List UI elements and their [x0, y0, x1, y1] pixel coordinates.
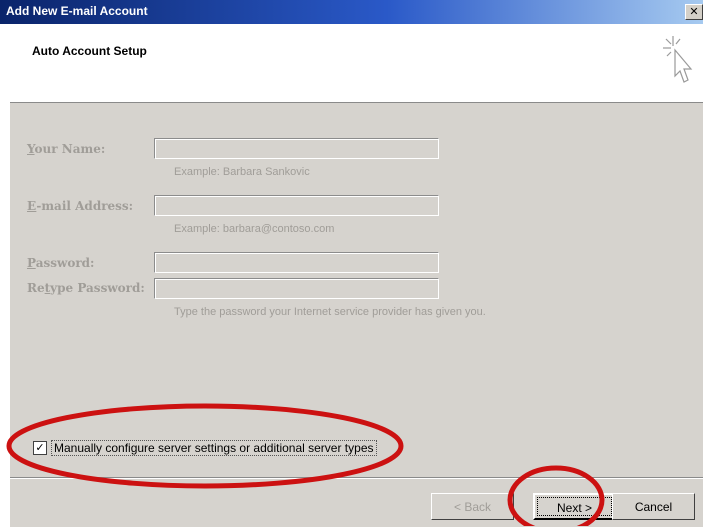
- close-icon: ✕: [689, 5, 699, 18]
- manual-config-label[interactable]: Manually configure server settings or ad…: [51, 440, 377, 456]
- back-button[interactable]: < Back: [431, 493, 514, 520]
- password-input[interactable]: [154, 252, 439, 273]
- window-title: Add New E-mail Account: [6, 4, 148, 18]
- your-name-input[interactable]: [154, 138, 439, 159]
- button-separator: [10, 477, 703, 479]
- retype-password-input[interactable]: [154, 278, 439, 299]
- next-button[interactable]: Next >: [533, 493, 616, 520]
- password-label: Password:: [27, 256, 95, 270]
- email-label: E-mail Address:: [27, 199, 134, 213]
- password-hint: Type the password your Internet service …: [174, 306, 486, 318]
- retype-password-label: Retype Password:: [27, 281, 145, 295]
- wizard-header: Auto Account Setup: [10, 24, 703, 102]
- email-hint: Example: barbara@contoso.com: [174, 223, 335, 235]
- page-title: Auto Account Setup: [32, 44, 147, 58]
- close-button[interactable]: ✕: [685, 4, 703, 20]
- dialog-body: Your Name: Example: Barbara Sankovic E-m…: [10, 102, 703, 527]
- manual-config-checkbox[interactable]: ✓: [33, 441, 47, 455]
- left-edge: [0, 24, 10, 526]
- email-input[interactable]: [154, 195, 439, 216]
- check-icon: ✓: [35, 441, 45, 454]
- your-name-hint: Example: Barbara Sankovic: [174, 166, 310, 178]
- your-name-label: Your Name:: [27, 142, 106, 156]
- cursor-sparkle-icon: [663, 36, 693, 83]
- cancel-button[interactable]: Cancel: [612, 493, 695, 520]
- title-bar: Add New E-mail Account ✕: [0, 0, 703, 24]
